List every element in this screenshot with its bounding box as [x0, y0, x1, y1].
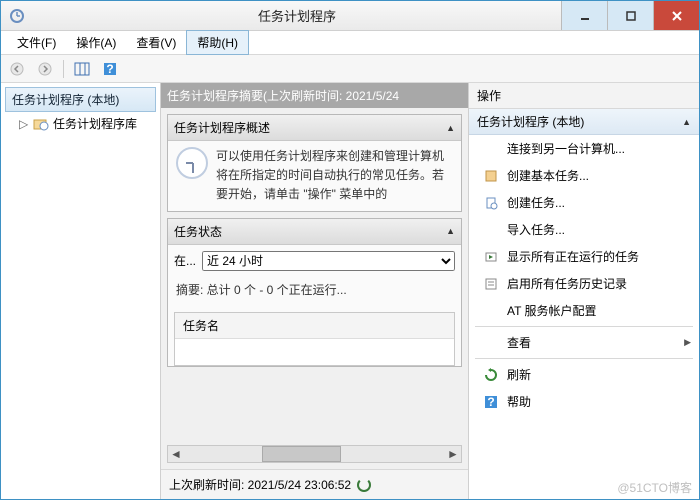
history-icon	[483, 276, 499, 292]
scroll-thumb[interactable]	[262, 446, 340, 462]
menu-action[interactable]: 操作(A)	[66, 31, 126, 54]
collapse-icon: ▲	[446, 226, 455, 236]
toolbar-panes-button[interactable]	[70, 58, 94, 80]
status-row: 在... 近 24 小时	[168, 245, 461, 277]
wizard-icon	[483, 168, 499, 184]
expand-icon[interactable]: ▷	[19, 117, 29, 131]
toolbar-help-button[interactable]: ?	[98, 58, 122, 80]
status-summary: 摘要: 总计 0 个 - 0 个正在运行...	[168, 277, 461, 302]
task-icon	[483, 195, 499, 211]
blank-icon	[483, 141, 499, 157]
status-panel: 任务状态 ▲ 在... 近 24 小时 摘要: 总计 0 个 - 0 个正在运行…	[167, 218, 462, 367]
collapse-icon: ▲	[682, 117, 691, 127]
tree-item-label: 任务计划程序库	[53, 115, 137, 132]
action-enable-history[interactable]: 启用所有任务历史记录	[469, 270, 699, 297]
center-footer: 上次刷新时间: 2021/5/24 23:06:52	[161, 469, 468, 499]
overview-panel-header[interactable]: 任务计划程序概述 ▲	[168, 115, 461, 141]
titlebar: 任务计划程序	[1, 1, 699, 31]
app-window: 任务计划程序 文件(F) 操作(A) 查看(V) 帮助(H) ? 任务计划程序 …	[0, 0, 700, 500]
svg-text:?: ?	[487, 395, 494, 409]
divider	[475, 326, 693, 327]
back-button[interactable]	[5, 58, 29, 80]
menu-file[interactable]: 文件(F)	[7, 31, 66, 54]
task-list: 任务名	[174, 312, 455, 366]
refresh-icon[interactable]	[357, 478, 371, 492]
tree-header[interactable]: 任务计划程序 (本地)	[5, 87, 156, 112]
task-list-header[interactable]: 任务名	[175, 313, 454, 339]
scroll-left-icon[interactable]: ◄	[168, 447, 184, 461]
actions-group-header[interactable]: 任务计划程序 (本地) ▲	[469, 109, 699, 135]
main-body: 任务计划程序 (本地) ▷ 任务计划程序库 任务计划程序摘要(上次刷新时间: 2…	[1, 83, 699, 499]
close-button[interactable]	[653, 1, 699, 30]
action-view[interactable]: 查看▶	[469, 329, 699, 356]
overview-title: 任务计划程序概述	[174, 119, 270, 136]
refresh-icon	[483, 367, 499, 383]
overview-text: 可以使用任务计划程序来创建和管理计算机将在所指定的时间自动执行的常见任务。若要开…	[216, 147, 453, 205]
toolbar: ?	[1, 55, 699, 83]
center-body: 任务计划程序概述 ▲ 可以使用任务计划程序来创建和管理计算机将在所指定的时间自动…	[161, 108, 468, 439]
actions-pane: 操作 任务计划程序 (本地) ▲ 连接到另一台计算机... 创建基本任务... …	[469, 83, 699, 499]
tree-item-library[interactable]: ▷ 任务计划程序库	[5, 112, 156, 135]
status-panel-header[interactable]: 任务状态 ▲	[168, 219, 461, 245]
help-icon: ?	[483, 394, 499, 410]
blank-icon	[483, 335, 499, 351]
blank-icon	[483, 222, 499, 238]
status-label: 在...	[174, 252, 196, 269]
status-title: 任务状态	[174, 223, 222, 240]
actions-group-title: 任务计划程序 (本地)	[477, 113, 584, 130]
overview-panel: 任务计划程序概述 ▲ 可以使用任务计划程序来创建和管理计算机将在所指定的时间自动…	[167, 114, 462, 212]
scroll-right-icon[interactable]: ►	[445, 447, 461, 461]
action-create[interactable]: 创建任务...	[469, 189, 699, 216]
center-pane: 任务计划程序摘要(上次刷新时间: 2021/5/24 任务计划程序概述 ▲ 可以…	[161, 83, 469, 499]
last-refresh-text: 上次刷新时间: 2021/5/24 23:06:52	[169, 476, 351, 493]
chevron-right-icon: ▶	[684, 337, 691, 348]
center-header: 任务计划程序摘要(上次刷新时间: 2021/5/24	[161, 83, 468, 108]
maximize-button[interactable]	[607, 1, 653, 30]
svg-text:?: ?	[106, 62, 113, 76]
action-help[interactable]: ?帮助	[469, 388, 699, 415]
overview-content: 可以使用任务计划程序来创建和管理计算机将在所指定的时间自动执行的常见任务。若要开…	[168, 141, 461, 211]
status-range-select[interactable]: 近 24 小时	[202, 251, 455, 271]
menu-view[interactable]: 查看(V)	[126, 31, 186, 54]
action-show-running[interactable]: 显示所有正在运行的任务	[469, 243, 699, 270]
toolbar-separator	[63, 60, 64, 78]
tree-pane: 任务计划程序 (本地) ▷ 任务计划程序库	[1, 83, 161, 499]
action-at-service[interactable]: AT 服务帐户配置	[469, 297, 699, 324]
window-buttons	[561, 1, 699, 30]
forward-button[interactable]	[33, 58, 57, 80]
running-icon	[483, 249, 499, 265]
actions-header: 操作	[469, 83, 699, 109]
task-list-body	[175, 339, 454, 365]
app-icon	[9, 8, 25, 24]
menubar: 文件(F) 操作(A) 查看(V) 帮助(H)	[1, 31, 699, 55]
action-create-basic[interactable]: 创建基本任务...	[469, 162, 699, 189]
scroll-track[interactable]	[184, 446, 445, 462]
divider	[475, 358, 693, 359]
action-connect[interactable]: 连接到另一台计算机...	[469, 135, 699, 162]
action-refresh[interactable]: 刷新	[469, 361, 699, 388]
minimize-button[interactable]	[561, 1, 607, 30]
horizontal-scrollbar[interactable]: ◄ ►	[167, 445, 462, 463]
folder-clock-icon	[33, 116, 49, 132]
clock-icon	[176, 147, 208, 179]
blank-icon	[483, 303, 499, 319]
action-import[interactable]: 导入任务...	[469, 216, 699, 243]
menu-help[interactable]: 帮助(H)	[186, 30, 249, 55]
collapse-icon: ▲	[446, 123, 455, 133]
window-title: 任务计划程序	[33, 6, 561, 25]
